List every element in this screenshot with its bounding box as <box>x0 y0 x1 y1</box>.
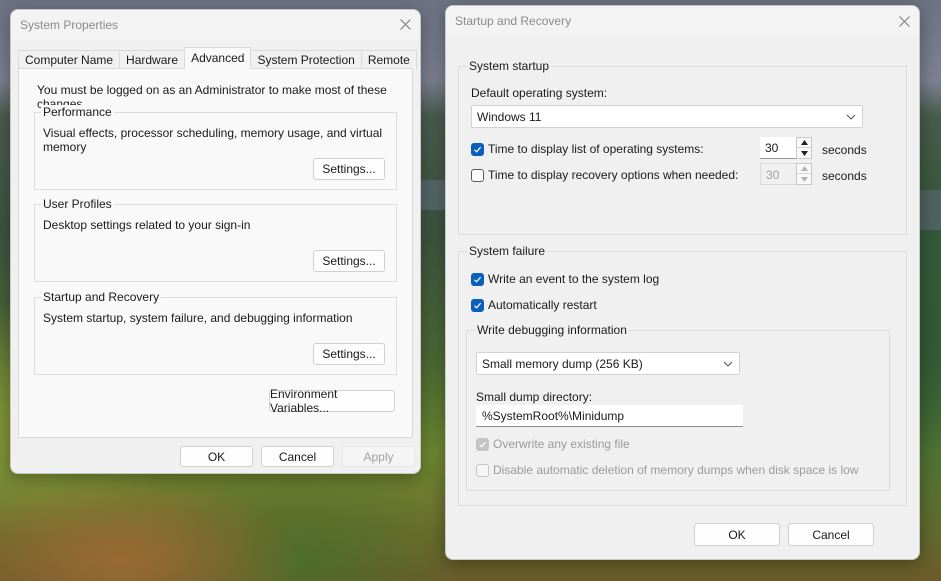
disable-auto-delete-checkbox[interactable]: Disable automatic deletion of memory dum… <box>476 463 859 477</box>
display-recovery-unit: seconds <box>822 169 867 183</box>
default-os-label: Default operating system: <box>471 86 608 100</box>
system-failure-group: System failure Write an event to the sys… <box>458 244 907 506</box>
debugging-info-legend: Write debugging information <box>475 323 629 337</box>
tab-bar: Computer Name Hardware Advanced System P… <box>18 47 417 69</box>
user-profiles-description: Desktop settings related to your sign-in <box>43 218 251 232</box>
overwrite-checkbox[interactable]: Overwrite any existing file <box>476 437 630 451</box>
performance-group: Performance Visual effects, processor sc… <box>34 105 397 190</box>
checkbox-unchecked-disabled-icon <box>476 463 489 477</box>
close-icon <box>399 18 411 30</box>
spinner-arrows <box>796 163 812 185</box>
user-profiles-group: User Profiles Desktop settings related t… <box>34 197 397 282</box>
system-startup-legend: System startup <box>467 59 552 73</box>
arrow-up-icon <box>800 166 808 171</box>
display-recovery-spinner[interactable]: 30 <box>760 163 813 185</box>
environment-variables-button[interactable]: Environment Variables... <box>269 387 395 415</box>
spin-up-button[interactable] <box>797 164 811 174</box>
ok-button[interactable]: OK <box>694 523 780 546</box>
tab-remote[interactable]: Remote <box>360 50 417 69</box>
tab-advanced[interactable]: Advanced <box>184 47 252 69</box>
default-os-value: Windows 11 <box>477 110 542 124</box>
performance-description: Visual effects, processor scheduling, me… <box>43 126 383 154</box>
advanced-tab-panel: You must be logged on as an Administrato… <box>18 68 413 438</box>
display-recovery-checkbox[interactable]: Time to display recovery options when ne… <box>471 168 738 182</box>
user-profiles-legend: User Profiles <box>41 197 114 211</box>
arrow-down-icon <box>800 176 808 182</box>
spin-down-button[interactable] <box>797 148 811 158</box>
spin-down-button[interactable] <box>797 174 811 184</box>
performance-settings-button[interactable]: Settings... <box>313 158 385 180</box>
system-startup-group: System startup Default operating system:… <box>458 59 907 235</box>
display-recovery-value[interactable]: 30 <box>760 163 796 185</box>
title-bar: Startup and Recovery <box>446 6 919 36</box>
user-profiles-settings-button[interactable]: Settings... <box>313 250 385 272</box>
write-event-checkbox[interactable]: Write an event to the system log <box>471 272 659 286</box>
startup-recovery-window: Startup and Recovery System startup Defa… <box>445 5 920 560</box>
checkbox-checked-disabled-icon <box>476 437 489 451</box>
checkbox-checked-icon <box>471 142 484 156</box>
close-button[interactable] <box>889 7 919 35</box>
display-os-list-value[interactable]: 30 <box>760 137 796 159</box>
cancel-button[interactable]: Cancel <box>788 523 874 546</box>
ok-button[interactable]: OK <box>180 446 253 467</box>
overwrite-label: Overwrite any existing file <box>493 437 630 451</box>
tab-system-protection[interactable]: System Protection <box>250 50 362 69</box>
arrow-up-icon <box>800 140 808 145</box>
default-os-select[interactable]: Windows 11 <box>471 105 863 128</box>
system-failure-legend: System failure <box>467 244 548 258</box>
tab-computer-name[interactable]: Computer Name <box>18 50 121 69</box>
display-os-list-unit: seconds <box>822 143 867 157</box>
debugging-info-group: Write debugging information Small memory… <box>466 323 890 491</box>
performance-legend: Performance <box>41 105 114 119</box>
display-os-list-checkbox[interactable]: Time to display list of operating system… <box>471 142 704 156</box>
disable-auto-delete-label: Disable automatic deletion of memory dum… <box>493 463 859 477</box>
arrow-down-icon <box>800 150 808 156</box>
startup-recovery-settings-button[interactable]: Settings... <box>313 343 385 365</box>
display-recovery-label: Time to display recovery options when ne… <box>488 168 739 182</box>
display-os-list-label: Time to display list of operating system… <box>488 142 704 156</box>
dump-directory-input[interactable]: %SystemRoot%\Minidump <box>476 405 743 427</box>
auto-restart-label: Automatically restart <box>488 298 597 312</box>
window-title: System Properties <box>20 18 119 32</box>
startup-recovery-description: System startup, system failure, and debu… <box>43 311 353 325</box>
checkbox-checked-icon <box>471 298 484 312</box>
window-title: Startup and Recovery <box>455 14 572 28</box>
close-button[interactable] <box>390 10 420 38</box>
wallpaper-lake-right <box>918 190 941 230</box>
startup-recovery-group: Startup and Recovery System startup, sys… <box>34 290 397 375</box>
write-event-label: Write an event to the system log <box>488 272 660 286</box>
tab-hardware[interactable]: Hardware <box>119 50 186 69</box>
apply-button[interactable]: Apply <box>342 446 415 467</box>
display-os-list-spinner[interactable]: 30 <box>760 137 813 159</box>
chevron-down-icon <box>723 361 733 367</box>
startup-recovery-legend: Startup and Recovery <box>41 290 162 304</box>
title-bar: System Properties <box>11 10 420 40</box>
dump-directory-label: Small dump directory: <box>476 390 593 404</box>
spinner-arrows <box>796 137 812 159</box>
dump-type-select[interactable]: Small memory dump (256 KB) <box>476 352 740 375</box>
auto-restart-checkbox[interactable]: Automatically restart <box>471 298 597 312</box>
close-icon <box>898 15 910 27</box>
checkbox-checked-icon <box>471 272 484 286</box>
chevron-down-icon <box>846 114 856 120</box>
dump-type-value: Small memory dump (256 KB) <box>482 357 643 371</box>
checkbox-unchecked-icon <box>471 168 484 182</box>
cancel-button[interactable]: Cancel <box>261 446 334 467</box>
spin-up-button[interactable] <box>797 138 811 148</box>
system-properties-window: System Properties Computer Name Hardware… <box>10 9 421 474</box>
